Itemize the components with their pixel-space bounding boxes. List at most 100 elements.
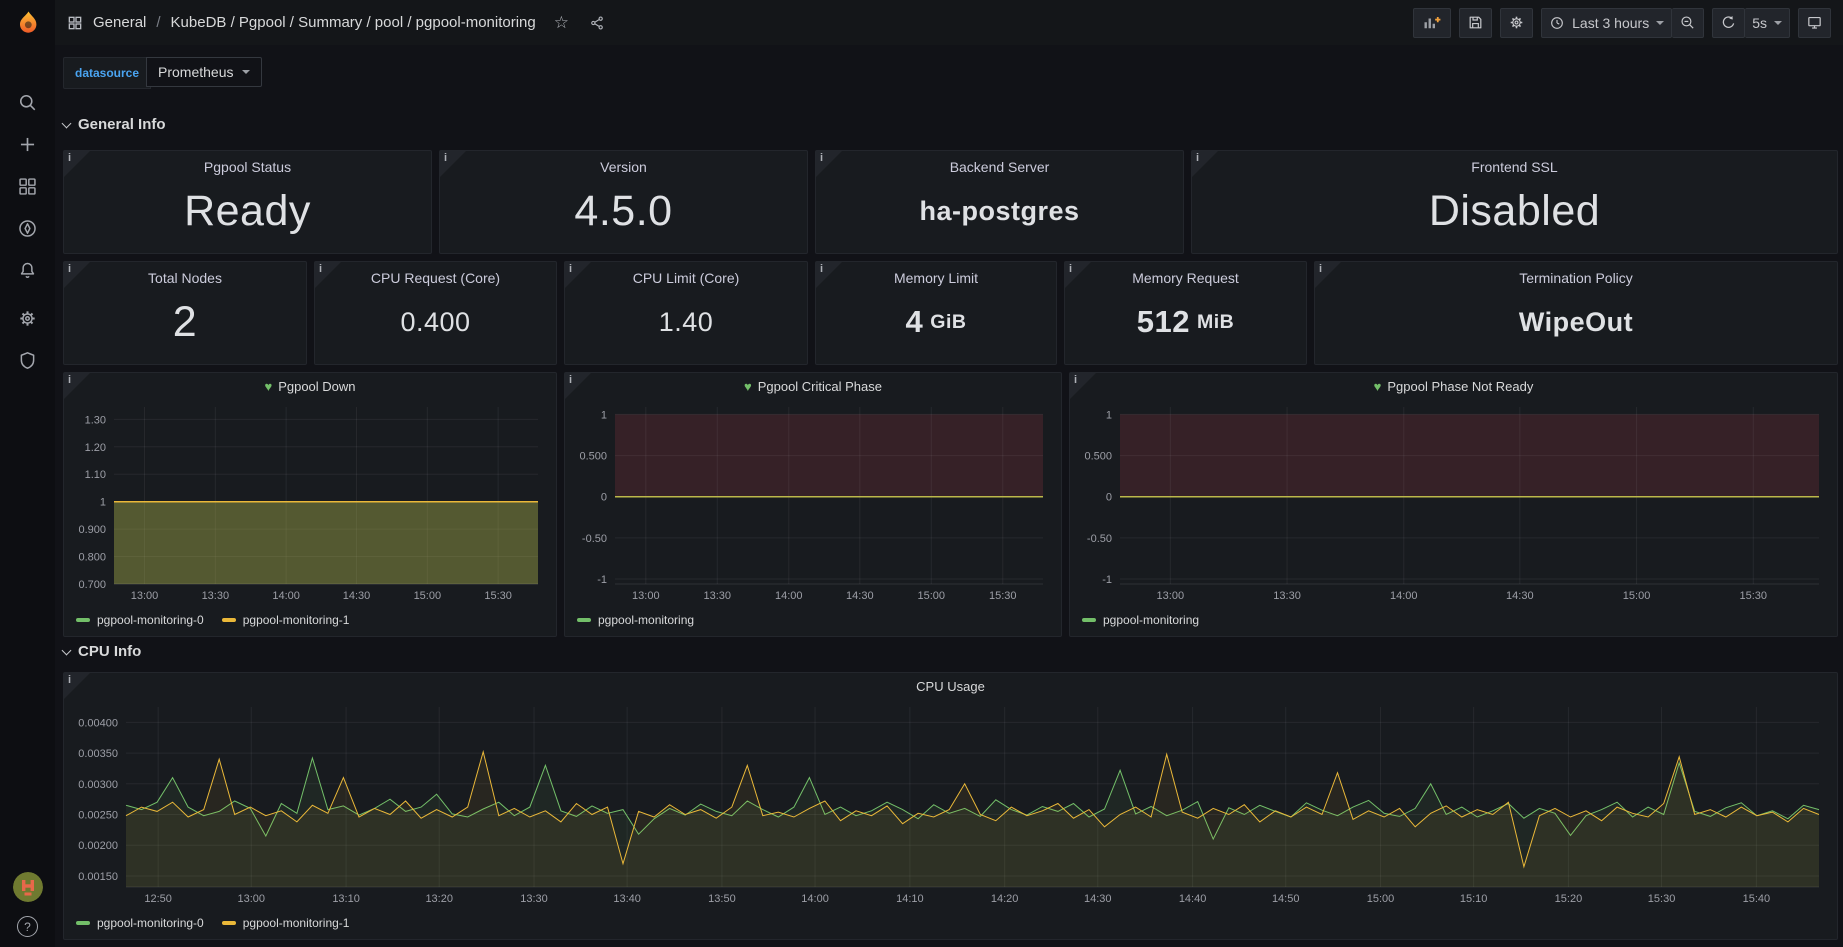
toolbar: Last 3 hours 5s (1413, 8, 1831, 38)
breadcrumb-separator: / (156, 14, 160, 31)
svg-text:1.20: 1.20 (85, 442, 106, 454)
time-controls: Last 3 hours (1541, 8, 1704, 38)
panel-header[interactable]: Pgpool Phase Not Ready (1070, 373, 1837, 399)
svg-text:13:00: 13:00 (131, 590, 159, 602)
svg-text:14:50: 14:50 (1272, 893, 1300, 905)
panel-info-icon[interactable] (1192, 151, 1218, 177)
svg-text:13:40: 13:40 (613, 893, 641, 905)
svg-text:0: 0 (1106, 492, 1112, 504)
svg-text:14:20: 14:20 (991, 893, 1019, 905)
legend-item[interactable]: pgpool-monitoring-1 (222, 613, 350, 627)
panel-info-icon[interactable] (1065, 262, 1091, 288)
explore-compass-icon[interactable] (17, 217, 39, 239)
section-cpu-info[interactable]: CPU Info (63, 643, 141, 660)
legend-item[interactable]: pgpool-monitoring (1082, 613, 1199, 627)
datasource-label[interactable]: datasource (63, 57, 151, 89)
svg-text:15:00: 15:00 (918, 590, 946, 602)
dashboard-settings-button[interactable] (1500, 8, 1533, 38)
panel-info-icon[interactable] (64, 151, 90, 177)
breadcrumb-folder[interactable]: General (93, 14, 146, 31)
configuration-gear-icon[interactable] (17, 307, 39, 329)
svg-text:14:30: 14:30 (343, 590, 371, 602)
panel-header[interactable]: Pgpool Down (64, 373, 556, 399)
panel-info-icon[interactable] (315, 262, 341, 288)
chart-legend: pgpool-monitoring-0 pgpool-monitoring-1 (76, 912, 349, 934)
datasource-picker[interactable]: Prometheus (146, 57, 262, 87)
chart-canvas[interactable]: 0.004000.003500.003000.002500.002000.001… (68, 699, 1833, 907)
svg-text:14:10: 14:10 (896, 893, 924, 905)
panel-header[interactable]: CPU Usage (64, 673, 1837, 699)
breadcrumb-dashboard-title[interactable]: KubeDB / Pgpool / Summary / pool / pgpoo… (171, 14, 536, 31)
share-icon[interactable] (589, 15, 605, 31)
stat-title: CPU Request (Core) (315, 270, 556, 286)
refresh-button[interactable] (1712, 8, 1745, 38)
refresh-interval-picker[interactable]: 5s (1745, 8, 1790, 38)
help-icon[interactable] (17, 916, 38, 937)
panel-header[interactable]: Pgpool Critical Phase (565, 373, 1061, 399)
refresh-interval-value: 5s (1752, 15, 1767, 31)
panel-info-icon[interactable] (64, 373, 90, 399)
panel-title: CPU Usage (916, 679, 985, 694)
panel-pgpool-critical-phase: Pgpool Critical Phase 10.5000-0.50-113:0… (564, 372, 1062, 637)
panel-pgpool-down: Pgpool Down 1.301.201.1010.9000.8000.700… (63, 372, 557, 637)
chart-canvas[interactable]: 1.301.201.1010.9000.8000.70013:0013:3014… (68, 399, 552, 604)
panel-info-icon[interactable] (440, 151, 466, 177)
dashboards-icon[interactable] (17, 175, 39, 197)
add-icon[interactable] (17, 133, 39, 155)
stat-value: 1.40 (565, 288, 807, 356)
legend-item[interactable]: pgpool-monitoring (577, 613, 694, 627)
svg-text:13:00: 13:00 (1157, 590, 1185, 602)
stat-title: Pgpool Status (64, 159, 431, 175)
star-icon[interactable] (554, 13, 569, 33)
stat-panel-memory-request: Memory Request 512MiB (1064, 261, 1307, 365)
panel-info-icon[interactable] (64, 262, 90, 288)
panel-info-icon[interactable] (816, 151, 842, 177)
svg-text:15:30: 15:30 (484, 590, 512, 602)
chevron-down-icon (1656, 21, 1664, 25)
zoom-out-button[interactable] (1672, 8, 1704, 38)
stat-value: Ready (64, 177, 431, 245)
svg-text:15:00: 15:00 (414, 590, 442, 602)
panel-info-icon[interactable] (64, 673, 90, 699)
panel-info-icon[interactable] (816, 262, 842, 288)
svg-text:13:10: 13:10 (332, 893, 360, 905)
section-title: CPU Info (78, 643, 141, 660)
chart-legend: pgpool-monitoring (1082, 609, 1199, 631)
panel-info-icon[interactable] (565, 262, 591, 288)
svg-text:-0.50: -0.50 (582, 533, 607, 545)
section-general-info[interactable]: General Info (63, 116, 166, 133)
svg-text:13:00: 13:00 (238, 893, 266, 905)
chart-canvas[interactable]: 10.5000-0.50-113:0013:3014:0014:3015:001… (569, 399, 1057, 604)
time-range-picker[interactable]: Last 3 hours (1541, 8, 1672, 38)
panel-title: Pgpool Down (278, 379, 355, 394)
panel-info-icon[interactable] (1070, 373, 1096, 399)
panel-info-icon[interactable] (1315, 262, 1341, 288)
svg-text:0.500: 0.500 (1084, 451, 1112, 463)
security-shield-icon[interactable] (17, 349, 39, 371)
cycle-view-mode-button[interactable] (1798, 8, 1831, 38)
chart-legend: pgpool-monitoring (577, 609, 694, 631)
svg-text:-1: -1 (1102, 574, 1112, 586)
svg-text:15:30: 15:30 (989, 590, 1017, 602)
stat-panel-frontend-ssl: Frontend SSL Disabled (1191, 150, 1838, 254)
save-dashboard-button[interactable] (1459, 8, 1492, 38)
search-icon[interactable] (17, 91, 39, 113)
panel-info-icon[interactable] (565, 373, 591, 399)
svg-text:0.00150: 0.00150 (78, 871, 118, 883)
legend-item[interactable]: pgpool-monitoring-0 (76, 916, 204, 930)
chart-canvas[interactable]: 10.5000-0.50-113:0013:3014:0014:3015:001… (1074, 399, 1833, 604)
alerting-bell-icon[interactable] (17, 259, 39, 281)
stat-value: 2 (64, 288, 306, 356)
add-panel-button[interactable] (1413, 8, 1451, 38)
health-heart-icon (264, 380, 272, 393)
grafana-logo[interactable] (0, 0, 55, 45)
panel-cpu-usage: CPU Usage 0.004000.003500.003000.002500.… (63, 672, 1838, 940)
stat-value: Disabled (1192, 177, 1837, 245)
legend-item[interactable]: pgpool-monitoring-0 (76, 613, 204, 627)
legend-item[interactable]: pgpool-monitoring-1 (222, 916, 350, 930)
svg-text:0: 0 (601, 492, 607, 504)
stat-title: Backend Server (816, 159, 1183, 175)
refresh-controls: 5s (1712, 8, 1790, 38)
stat-title: Total Nodes (64, 270, 306, 286)
user-avatar[interactable] (13, 872, 43, 902)
